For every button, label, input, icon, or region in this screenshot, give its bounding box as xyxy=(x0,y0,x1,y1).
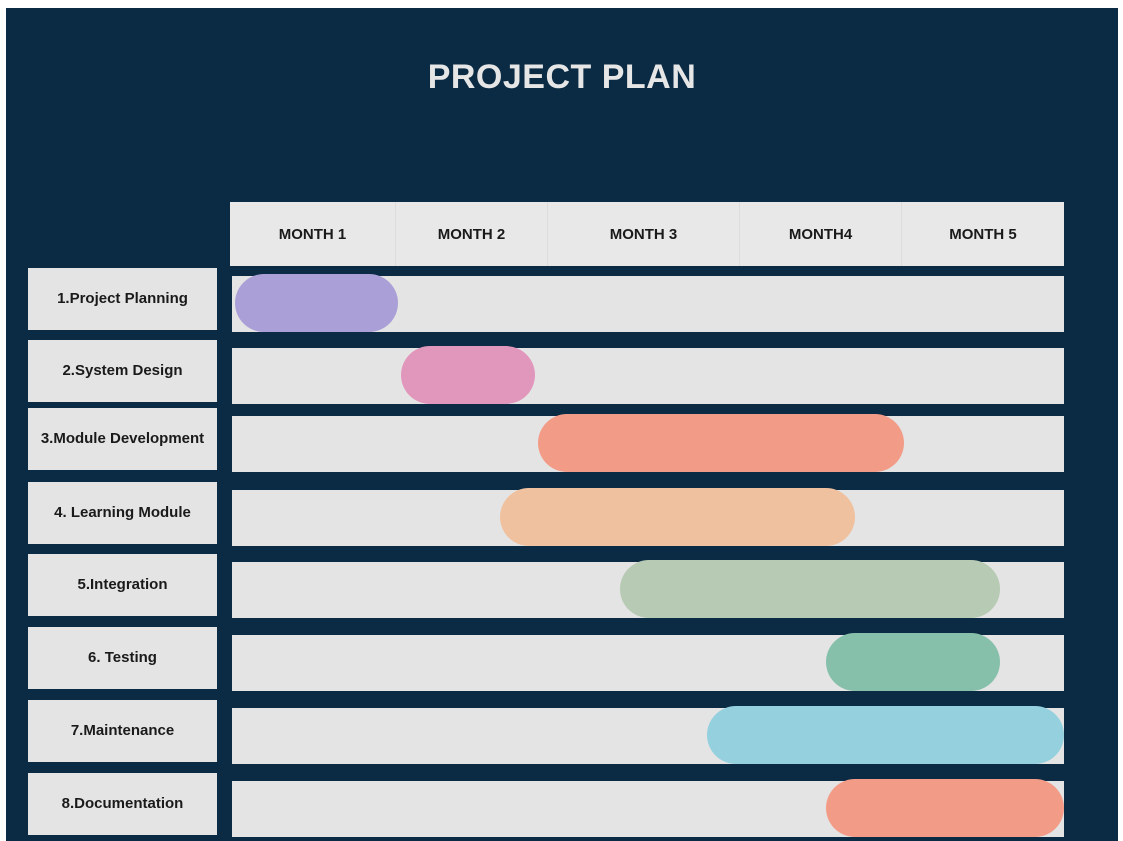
task-bar xyxy=(401,346,535,404)
task-label: 4. Learning Module xyxy=(28,482,217,544)
task-bar xyxy=(537,414,904,472)
task-bar xyxy=(706,706,1064,764)
task-bar xyxy=(235,274,398,332)
task-bar xyxy=(499,488,856,546)
task-track xyxy=(232,348,1064,404)
month-header: MONTH 1 MONTH 2 MONTH 3 MONTH4 MONTH 5 xyxy=(230,202,1064,266)
task-bar xyxy=(826,779,1064,837)
task-label: 2.System Design xyxy=(28,340,217,402)
task-bar xyxy=(826,633,1000,691)
month-header-cell: MONTH 5 xyxy=(949,225,1017,243)
task-label: 6. Testing xyxy=(28,627,217,689)
task-label: 8.Documentation xyxy=(28,773,217,835)
month-header-cell: MONTH 3 xyxy=(548,202,740,266)
month-header-cell: MONTH 2 xyxy=(396,202,548,266)
task-bar xyxy=(620,560,1000,618)
month-header-cell: MONTH 1 xyxy=(230,202,396,266)
task-label: 1.Project Planning xyxy=(28,268,217,330)
chart-title: PROJECT PLAN xyxy=(427,58,697,96)
task-label: 7.Maintenance xyxy=(28,700,217,762)
task-label: 3.Module Development xyxy=(28,408,217,470)
month-header-cell: MONTH4 xyxy=(740,202,902,266)
project-plan-board: PROJECT PLAN MONTH 1 MONTH 2 MONTH 3 MONTH4… xyxy=(6,8,1118,841)
task-label: 5.Integration xyxy=(28,554,217,616)
